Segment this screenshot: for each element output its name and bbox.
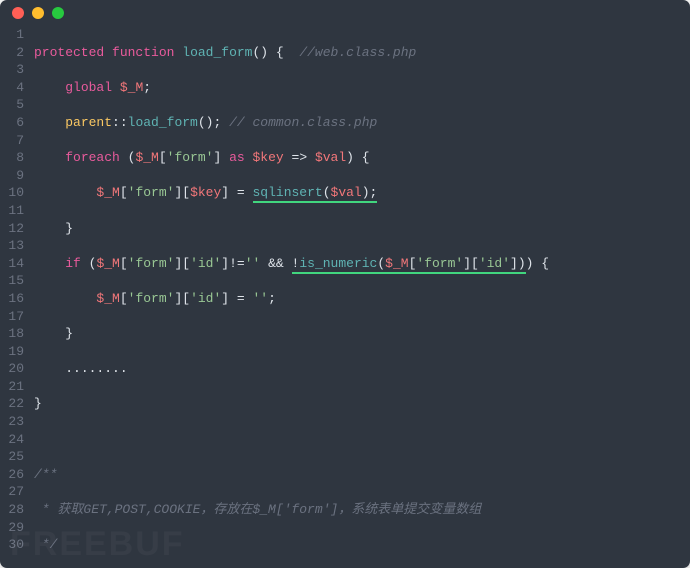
variable: $_M xyxy=(385,256,408,271)
variable: $key xyxy=(190,185,221,200)
line-number: 20 xyxy=(4,360,24,378)
string: '' xyxy=(253,291,269,306)
function-name: load_form xyxy=(182,45,252,60)
keyword: protected xyxy=(34,45,104,60)
keyword: if xyxy=(65,256,81,271)
code-line: } xyxy=(34,395,572,413)
string: 'form' xyxy=(128,256,175,271)
keyword: foreach xyxy=(65,150,120,165)
line-number: 23 xyxy=(4,413,24,431)
code-line: } xyxy=(34,220,572,238)
line-number: 4 xyxy=(4,79,24,97)
line-number: 18 xyxy=(4,325,24,343)
maximize-icon[interactable] xyxy=(52,7,64,19)
comment: // common.class.php xyxy=(229,115,377,130)
comment: //web.class.php xyxy=(299,45,416,60)
code-line: protected function load_form() { //web.c… xyxy=(34,44,572,62)
line-number: 27 xyxy=(4,483,24,501)
line-number: 9 xyxy=(4,167,24,185)
line-number: 14 xyxy=(4,255,24,273)
string: 'form' xyxy=(167,150,214,165)
line-gutter: 1 2 3 4 5 6 7 8 9 10 11 12 13 14 15 16 1… xyxy=(4,26,34,568)
keyword: as xyxy=(229,150,245,165)
code-line xyxy=(34,431,572,449)
ellipsis: ........ xyxy=(65,361,127,376)
line-number: 12 xyxy=(4,220,24,238)
variable: $key xyxy=(253,150,284,165)
string: 'form' xyxy=(128,185,175,200)
line-number: 26 xyxy=(4,466,24,484)
code-line: global $_M; xyxy=(34,79,572,97)
comment: */ xyxy=(34,537,57,552)
string: 'form' xyxy=(128,291,175,306)
minimize-icon[interactable] xyxy=(32,7,44,19)
line-number: 28 xyxy=(4,501,24,519)
line-number: 15 xyxy=(4,272,24,290)
code-body[interactable]: protected function load_form() { //web.c… xyxy=(34,26,572,568)
comment: * 获取GET,POST,COOKIE，存放在$_M['form']，系统表单提… xyxy=(34,502,481,517)
line-number: 8 xyxy=(4,149,24,167)
line-number: 10 xyxy=(4,184,24,202)
line-number: 7 xyxy=(4,132,24,150)
comment: /** xyxy=(34,467,57,482)
string: '' xyxy=(245,256,261,271)
function-name: load_form xyxy=(128,115,198,130)
code-line: } xyxy=(34,325,572,343)
parent-call: parent xyxy=(65,115,112,130)
code-line: * 获取GET,POST,COOKIE，存放在$_M['form']，系统表单提… xyxy=(34,501,572,519)
line-number: 22 xyxy=(4,395,24,413)
line-number: 3 xyxy=(4,61,24,79)
line-number: 11 xyxy=(4,202,24,220)
variable: $_M xyxy=(96,291,119,306)
line-number: 13 xyxy=(4,237,24,255)
code-line: $_M['form']['id'] = ''; xyxy=(34,290,572,308)
code-editor: 1 2 3 4 5 6 7 8 9 10 11 12 13 14 15 16 1… xyxy=(0,26,690,568)
window-titlebar xyxy=(0,0,690,26)
string: 'id' xyxy=(479,256,510,271)
line-number: 30 xyxy=(4,536,24,554)
variable: $val xyxy=(331,185,362,200)
line-number: 25 xyxy=(4,448,24,466)
string: 'form' xyxy=(416,256,463,271)
code-line: foreach ($_M['form'] as $key => $val) { xyxy=(34,149,572,167)
line-number: 17 xyxy=(4,308,24,326)
string: 'id' xyxy=(190,291,221,306)
editor-window: 1 2 3 4 5 6 7 8 9 10 11 12 13 14 15 16 1… xyxy=(0,0,690,568)
variable: $_M xyxy=(120,80,143,95)
variable: $_M xyxy=(96,256,119,271)
string: 'id' xyxy=(190,256,221,271)
code-line: */ xyxy=(34,536,572,554)
line-number: 1 xyxy=(4,26,24,44)
function-call: is_numeric xyxy=(299,256,377,271)
code-line: $_M['form'][$key] = sqlinsert($val); xyxy=(34,184,572,202)
keyword: global xyxy=(65,80,112,95)
line-number: 21 xyxy=(4,378,24,396)
line-number: 24 xyxy=(4,431,24,449)
code-line: if ($_M['form']['id']!='' && !is_numeric… xyxy=(34,255,572,273)
line-number: 2 xyxy=(4,44,24,62)
line-number: 16 xyxy=(4,290,24,308)
keyword: function xyxy=(112,45,174,60)
variable: $val xyxy=(315,150,346,165)
line-number: 29 xyxy=(4,519,24,537)
code-line: ........ xyxy=(34,360,572,378)
variable: $_M xyxy=(135,150,158,165)
line-number: 5 xyxy=(4,96,24,114)
code-line: /** xyxy=(34,466,572,484)
line-number: 19 xyxy=(4,343,24,361)
line-number: 6 xyxy=(4,114,24,132)
variable: $_M xyxy=(96,185,119,200)
code-line: parent::load_form(); // common.class.php xyxy=(34,114,572,132)
function-call: sqlinsert xyxy=(253,185,323,200)
close-icon[interactable] xyxy=(12,7,24,19)
